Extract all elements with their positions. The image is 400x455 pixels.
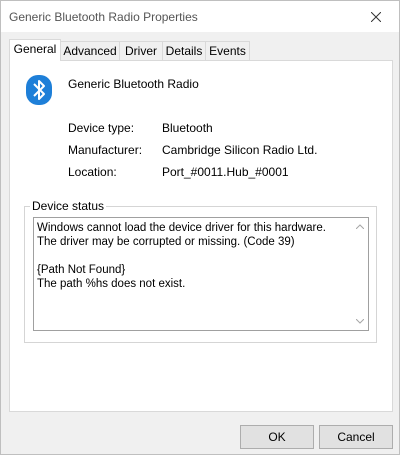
device-status-textbox[interactable]: Windows cannot load the device driver fo… (33, 217, 369, 331)
title-bar: Generic Bluetooth Radio Properties (1, 1, 399, 32)
tab-general[interactable]: General (9, 39, 61, 61)
device-status-legend: Device status (30, 199, 107, 213)
tab-driver[interactable]: Driver (119, 41, 163, 60)
status-scrollbar[interactable] (352, 218, 368, 330)
location-label: Location: (68, 165, 117, 179)
close-icon (371, 11, 381, 22)
manufacturer-label: Manufacturer: (68, 143, 143, 157)
ok-button[interactable]: OK (240, 425, 314, 449)
properties-window: Generic Bluetooth Radio Properties Gener… (0, 0, 400, 455)
location-value: Port_#0011.Hub_#0001 (162, 165, 289, 179)
scroll-up-icon[interactable] (356, 224, 364, 229)
window-title: Generic Bluetooth Radio Properties (9, 10, 198, 24)
manufacturer-value: Cambridge Silicon Radio Ltd. (162, 143, 318, 157)
device-name: Generic Bluetooth Radio (68, 77, 199, 91)
device-type-value: Bluetooth (162, 121, 213, 135)
device-status-text: Windows cannot load the device driver fo… (37, 222, 326, 290)
device-type-label: Device type: (68, 121, 135, 135)
tab-events[interactable]: Events (205, 41, 250, 60)
close-button[interactable] (353, 1, 399, 32)
tab-advanced[interactable]: Advanced (60, 41, 120, 60)
tab-details[interactable]: Details (162, 41, 206, 60)
scroll-down-icon[interactable] (356, 319, 364, 324)
cancel-button[interactable]: Cancel (319, 425, 393, 449)
bluetooth-icon (26, 75, 52, 105)
